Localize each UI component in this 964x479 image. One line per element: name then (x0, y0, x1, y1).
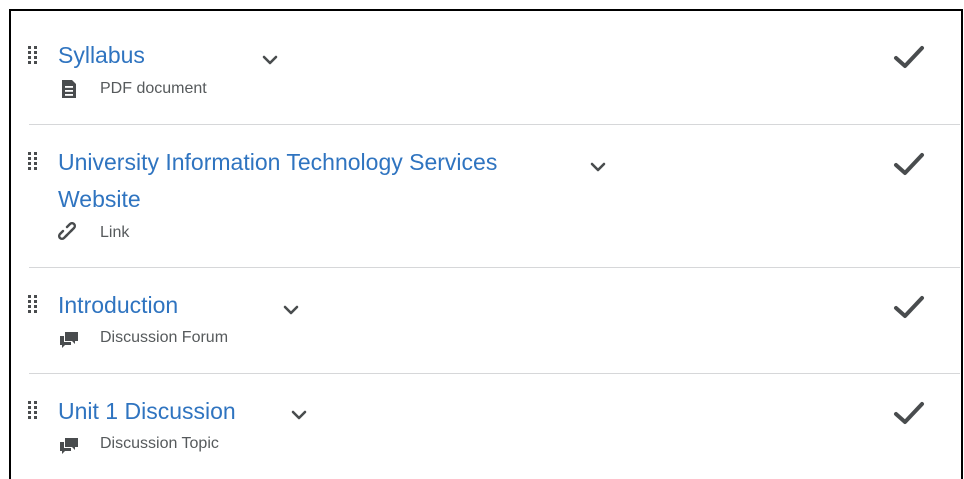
item-title-link[interactable]: Syllabus (58, 36, 145, 74)
discussion-icon (60, 438, 78, 454)
item-type-label: PDF document (100, 80, 207, 97)
item-type-label: Link (100, 224, 130, 241)
item-title-link[interactable]: University Information Technology Servic… (58, 143, 497, 181)
drag-handle-icon[interactable] (27, 294, 39, 314)
item-title-link[interactable]: Introduction (58, 286, 178, 324)
item-divider (29, 373, 960, 374)
checkmark-icon[interactable] (892, 293, 926, 321)
link-icon (58, 222, 77, 241)
pdf-document-icon (62, 80, 76, 98)
item-title-link-continued[interactable]: Website (58, 180, 141, 218)
chevron-down-icon[interactable] (589, 161, 607, 173)
chevron-down-icon[interactable] (290, 409, 308, 421)
drag-handle-icon[interactable] (27, 45, 39, 65)
item-title-link[interactable]: Unit 1 Discussion (58, 392, 236, 430)
item-divider (29, 124, 960, 125)
checkmark-icon[interactable] (892, 150, 926, 178)
item-type-label: Discussion Forum (100, 329, 229, 346)
checkmark-icon[interactable] (892, 399, 926, 427)
drag-handle-icon[interactable] (27, 151, 39, 171)
content-module-frame: Syllabus PDF document University Informa… (9, 9, 963, 479)
discussion-icon (60, 332, 78, 348)
item-type-label: Discussion Topic (100, 435, 219, 452)
drag-handle-icon[interactable] (27, 400, 39, 420)
checkmark-icon[interactable] (892, 43, 926, 71)
item-divider (29, 267, 960, 268)
chevron-down-icon[interactable] (261, 54, 279, 66)
chevron-down-icon[interactable] (282, 304, 300, 316)
